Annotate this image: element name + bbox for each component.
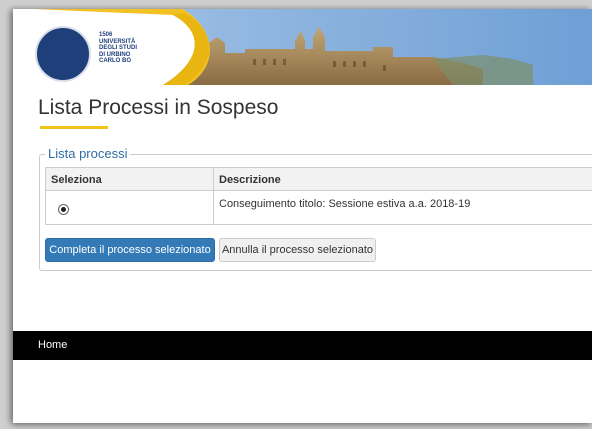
title-underline [40,126,108,129]
process-list-legend: Lista processi [45,146,131,161]
browser-page: 1506 UNIVERSITÀ DEGLI STUDI DI URBINO CA… [13,9,592,423]
table-header: Seleziona Descrizione [46,168,592,191]
process-select-radio[interactable] [58,204,69,215]
site-header: 1506 UNIVERSITÀ DEGLI STUDI DI URBINO CA… [13,9,592,85]
process-description: Conseguimento titolo: Sessione estiva a.… [219,198,471,210]
column-header-seleziona: Seleziona [51,174,102,186]
footer-home-link[interactable]: Home [38,339,67,351]
page-title: Lista Processi in Sospeso [38,96,279,119]
column-header-descrizione: Descrizione [219,174,281,186]
column-divider [213,168,214,224]
process-table: Seleziona Descrizione Conseguimento tito… [45,167,592,225]
university-seal-icon[interactable] [35,26,91,82]
site-footer: Home [13,331,592,360]
complete-process-button[interactable]: Completa il processo selezionato [45,238,215,262]
radio-selected-dot [61,207,66,212]
university-logo-text: 1506 UNIVERSITÀ DEGLI STUDI DI URBINO CA… [99,32,138,64]
cancel-process-button[interactable]: Annulla il processo selezionato [219,238,376,262]
